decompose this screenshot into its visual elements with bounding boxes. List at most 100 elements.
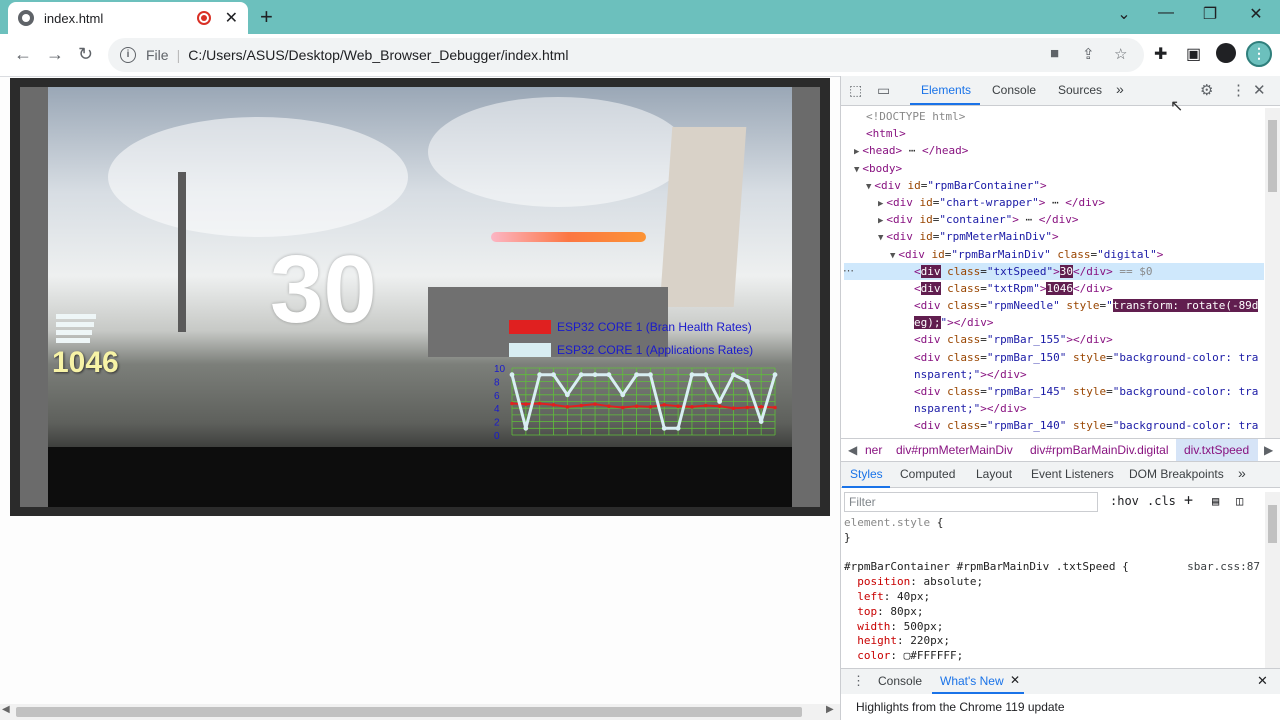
- dom-node-line[interactable]: ▼ <body>: [844, 160, 1264, 177]
- color-format-icon[interactable]: ▤: [1212, 494, 1219, 508]
- url-text[interactable]: C:/Users/ASUS/Desktop/Web_Browser_Debugg…: [188, 47, 568, 63]
- tab-computed[interactable]: Computed: [900, 467, 955, 481]
- style-rule-line[interactable]: height: 220px;: [844, 634, 1264, 649]
- close-devtools-icon[interactable]: ✕: [1253, 81, 1266, 99]
- tab-elements[interactable]: Elements: [921, 83, 971, 97]
- tab-layout[interactable]: Layout: [976, 467, 1012, 481]
- dom-node-line[interactable]: ▼ <div id="rpmBarContainer">: [844, 177, 1264, 194]
- styles-filter-input[interactable]: Filter: [844, 492, 1098, 512]
- expand-arrow-icon[interactable]: ▶: [878, 199, 883, 209]
- style-rule-line[interactable]: left: 40px;: [844, 590, 1264, 605]
- styles-pane[interactable]: element.style {} #rpmBarContainer #rpmBa…: [844, 516, 1264, 666]
- hov-toggle[interactable]: :hov: [1110, 494, 1139, 508]
- share-icon[interactable]: ⇪: [1082, 45, 1095, 63]
- style-rule-line[interactable]: width: 500px;: [844, 620, 1264, 635]
- back-arrow-icon[interactable]: ←: [14, 44, 32, 65]
- dom-node-line[interactable]: ▼ <div id="rpmBarMainDiv" class="digital"…: [844, 246, 1264, 263]
- tab-sources[interactable]: Sources: [1058, 83, 1102, 97]
- reload-icon[interactable]: ↻: [78, 44, 93, 65]
- dom-node-line[interactable]: <html>: [844, 125, 1264, 142]
- close-drawer-tab-icon[interactable]: ✕: [1010, 673, 1020, 687]
- address-bar[interactable]: i File | C:/Users/ASUS/Desktop/Web_Brows…: [108, 38, 1144, 72]
- settings-gear-icon[interactable]: ⚙: [1200, 81, 1213, 99]
- expand-arrow-icon[interactable]: ▼: [878, 233, 883, 243]
- breadcrumb-item[interactable]: div#rpmBarMainDiv.digital: [1030, 443, 1169, 457]
- dom-node-line[interactable]: nsparent;"></div>: [844, 366, 1264, 383]
- side-panel-icon[interactable]: ▣: [1186, 44, 1201, 64]
- drawer-menu-icon[interactable]: ⋮: [852, 673, 865, 689]
- dom-node-line[interactable]: <div class="txtSpeed">30</div> == $0: [844, 262, 1264, 280]
- scroll-left-arrow-icon[interactable]: ◀: [2, 704, 10, 715]
- dom-node-line[interactable]: <!DOCTYPE html>: [844, 108, 1264, 125]
- horizontal-scroll-thumb[interactable]: [16, 707, 802, 717]
- more-tabs-icon[interactable]: »: [1116, 81, 1124, 97]
- dom-node-line[interactable]: ▶ <div id="container"> ⋯ </div>: [844, 211, 1264, 228]
- style-rule-line[interactable]: #rpmBarContainer #rpmBarMainDiv .txtSpee…: [844, 560, 1264, 575]
- breadcrumb-right-arrow-icon[interactable]: ▶: [1264, 443, 1273, 457]
- extensions-icon[interactable]: ✚: [1154, 44, 1167, 64]
- y-tick-label: 6: [494, 391, 500, 402]
- style-rule-line[interactable]: position: absolute;: [844, 575, 1264, 590]
- dom-node-line[interactable]: ▶ <head> ⋯ </head>: [844, 142, 1264, 159]
- tab-search-icon[interactable]: ⌄: [1104, 4, 1144, 24]
- dom-node-line[interactable]: <div class="rpmBar_145" style="backgroun…: [844, 383, 1264, 400]
- dom-scroll-thumb[interactable]: [1268, 120, 1277, 192]
- breadcrumb-item[interactable]: ner: [865, 443, 882, 457]
- expand-arrow-icon[interactable]: ▼: [890, 251, 895, 261]
- dom-tree[interactable]: <!DOCTYPE html> <html> ▶ <head> ⋯ </head> ▼ <…: [844, 108, 1264, 438]
- inspect-element-icon[interactable]: ⬚: [849, 82, 862, 99]
- tab-event-listeners[interactable]: Event Listeners: [1031, 467, 1114, 481]
- style-rule-line[interactable]: top: 80px;: [844, 605, 1264, 620]
- style-rule-line[interactable]: color: ▢#FFFFFF;: [844, 649, 1264, 664]
- camera-icon[interactable]: ■: [1050, 45, 1059, 62]
- breadcrumb-item[interactable]: div.txtSpeed: [1184, 443, 1249, 457]
- minimize-button[interactable]: —: [1146, 4, 1186, 22]
- info-icon[interactable]: i: [120, 47, 136, 63]
- drawer-tab-console[interactable]: Console: [878, 674, 922, 688]
- more-styles-tabs-icon[interactable]: »: [1238, 465, 1246, 481]
- style-rule-line[interactable]: element.style {: [844, 516, 1264, 531]
- device-toolbar-icon[interactable]: ▭: [877, 82, 890, 99]
- dom-node-line[interactable]: ▼ <div id="rpmMeterMainDiv">: [844, 228, 1264, 245]
- expand-arrow-icon[interactable]: ▶: [878, 216, 883, 226]
- dom-node-line[interactable]: <div class="rpmBar_140" style="backgroun…: [844, 417, 1264, 434]
- cls-toggle[interactable]: .cls: [1147, 494, 1176, 508]
- close-window-button[interactable]: ✕: [1236, 4, 1276, 24]
- browser-tab[interactable]: index.html ✕: [8, 2, 248, 34]
- expand-arrow-icon[interactable]: ▼: [866, 182, 871, 192]
- new-rule-icon[interactable]: +: [1184, 491, 1193, 509]
- dom-node-line[interactable]: nsparent;"></div>: [844, 400, 1264, 417]
- expand-arrow-icon[interactable]: ▼: [854, 165, 859, 175]
- dom-node-line[interactable]: eg);"></div>: [844, 314, 1264, 331]
- node-ellipsis-icon[interactable]: ⋯: [843, 264, 854, 277]
- dom-node-line[interactable]: <div class="rpmBar_155"></div>: [844, 331, 1264, 348]
- menu-icon[interactable]: ⋮: [1246, 41, 1272, 67]
- bookmark-star-icon[interactable]: ☆: [1114, 45, 1127, 63]
- stylesheet-link[interactable]: sbar.css:87: [1187, 560, 1260, 575]
- devtools-menu-icon[interactable]: ⋮: [1231, 81, 1246, 99]
- breadcrumb-item[interactable]: div#rpmMeterMainDiv: [896, 443, 1013, 457]
- restore-button[interactable]: ❐: [1190, 4, 1230, 24]
- scroll-right-arrow-icon[interactable]: ▶: [826, 704, 834, 715]
- drawer-tab-whats-new[interactable]: What's New: [940, 674, 1004, 688]
- tab-dom-breakpoints[interactable]: DOM Breakpoints: [1129, 467, 1224, 481]
- breadcrumb-left-arrow-icon[interactable]: ◀: [848, 443, 857, 457]
- profile-avatar[interactable]: [1216, 43, 1236, 63]
- dom-node-line[interactable]: <div class="txtRpm">1046</div>: [844, 280, 1264, 297]
- expand-arrow-icon[interactable]: ▶: [854, 147, 859, 157]
- new-tab-button[interactable]: +: [260, 4, 273, 30]
- style-rule-line[interactable]: font-size: 100px;: [844, 664, 1264, 666]
- data-point: [593, 402, 597, 406]
- style-rule-line[interactable]: }: [844, 531, 1264, 546]
- dom-node-line[interactable]: <div class="rpmNeedle" style="transform:…: [844, 297, 1264, 314]
- styles-scroll-thumb[interactable]: [1268, 505, 1277, 543]
- style-rule-line[interactable]: [844, 546, 1264, 561]
- dom-node-line[interactable]: <div class="rpmBar_150" style="backgroun…: [844, 349, 1264, 366]
- tab-console[interactable]: Console: [992, 83, 1036, 97]
- close-drawer-icon[interactable]: ✕: [1257, 673, 1268, 689]
- close-tab-icon[interactable]: ✕: [225, 8, 238, 28]
- toggle-sidebar-icon[interactable]: ◫: [1236, 494, 1243, 508]
- forward-arrow-icon[interactable]: →: [46, 44, 64, 65]
- tab-styles[interactable]: Styles: [850, 467, 883, 481]
- dom-node-line[interactable]: ▶ <div id="chart-wrapper"> ⋯ </div>: [844, 194, 1264, 211]
